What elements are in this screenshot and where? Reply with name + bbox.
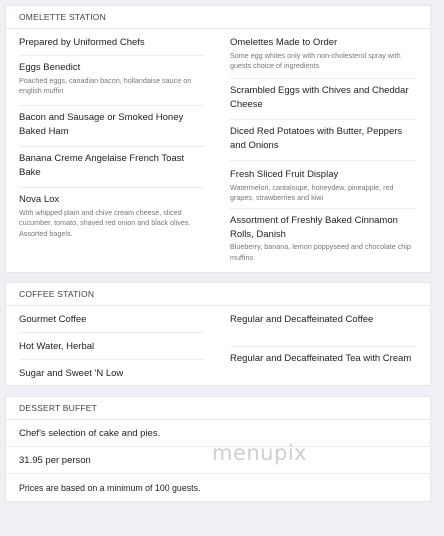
- coffee-station-card: COFFEE STATION Gourmet Coffee Hot Water,…: [5, 282, 431, 386]
- menu-item: Nova Lox With whipped plain and chive cr…: [19, 188, 204, 264]
- item-name: Sugar and Sweet 'N Low: [19, 368, 124, 379]
- menu-item: Regular and Decaffeinated Tea with Cream: [230, 347, 416, 387]
- menu-item: Hot Water, Herbal: [19, 333, 204, 360]
- item-name: Nova Lox: [19, 194, 60, 205]
- item-name: Regular and Decaffeinated Coffee: [230, 314, 374, 325]
- item-name: Gourmet Coffee: [19, 314, 87, 325]
- right-column: Omelettes Made to Order Some egg whites …: [218, 29, 430, 274]
- item-name: Prepared by Uniformed Chefs: [19, 37, 145, 48]
- menu-item: Fresh Sliced Fruit Display Watermelon, c…: [230, 161, 416, 209]
- section-title: DESSERT BUFFET: [6, 397, 430, 420]
- item-name: Eggs Benedict: [19, 62, 81, 73]
- menu-item: Regular and Decaffeinated Coffee: [230, 306, 416, 347]
- item-description: Poached eggs, canadian bacon, hollandais…: [19, 75, 192, 96]
- item-name: Fresh Sliced Fruit Display: [230, 169, 339, 180]
- menu-item: Prepared by Uniformed Chefs: [19, 29, 204, 56]
- right-column: Regular and Decaffeinated Coffee Regular…: [218, 306, 430, 387]
- section-title: OMELETTE STATION: [6, 6, 430, 29]
- item-name: Assortment of Freshly Baked Cinnamon Rol…: [230, 215, 398, 240]
- menu-item: Scrambled Eggs with Chives and Cheddar C…: [230, 79, 416, 120]
- menu-item: Sugar and Sweet 'N Low: [19, 360, 204, 387]
- item-name: Hot Water, Herbal: [19, 341, 95, 352]
- item-name: Diced Red Potatoes with Butter, Peppers …: [230, 126, 403, 151]
- item-name: Scrambled Eggs with Chives and Cheddar C…: [230, 85, 409, 110]
- menu-item: Eggs Benedict Poached eggs, canadian bac…: [19, 56, 204, 106]
- item-name: Bacon and Sausage or Smoked Honey Baked …: [19, 112, 184, 137]
- menu-item: Gourmet Coffee: [19, 306, 204, 333]
- menu-item: Assortment of Freshly Baked Cinnamon Rol…: [230, 209, 416, 274]
- left-column: Gourmet Coffee Hot Water, Herbal Sugar a…: [6, 306, 218, 387]
- dessert-row: Prices are based on a minimum of 100 gue…: [19, 483, 201, 493]
- item-name: Banana Creme Angelaise French Toast Bake: [19, 153, 185, 178]
- watermark-logo: menupix: [212, 441, 308, 465]
- menu-item: Diced Red Potatoes with Butter, Peppers …: [230, 120, 416, 161]
- item-description: Watermelon, cantaloupe, honeydew, pineap…: [230, 182, 394, 203]
- item-description: With whipped plain and chive cream chees…: [19, 207, 191, 238]
- item-name: Regular and Decaffeinated Tea with Cream: [230, 353, 412, 364]
- menu-item: Bacon and Sausage or Smoked Honey Baked …: [19, 106, 204, 147]
- menu-item: Omelettes Made to Order Some egg whites …: [230, 29, 416, 79]
- item-description: Blueberry, banana, lemon poppyseed and c…: [230, 242, 411, 262]
- menu-item: Banana Creme Angelaise French Toast Bake: [19, 147, 204, 188]
- left-column: Prepared by Uniformed Chefs Eggs Benedic…: [6, 29, 218, 274]
- section-title: COFFEE STATION: [6, 283, 430, 306]
- item-name: Omelettes Made to Order: [230, 37, 338, 48]
- omelette-station-card: OMELETTE STATION Prepared by Uniformed C…: [5, 5, 431, 273]
- item-description: Some egg whites only with non-cholestero…: [230, 50, 401, 71]
